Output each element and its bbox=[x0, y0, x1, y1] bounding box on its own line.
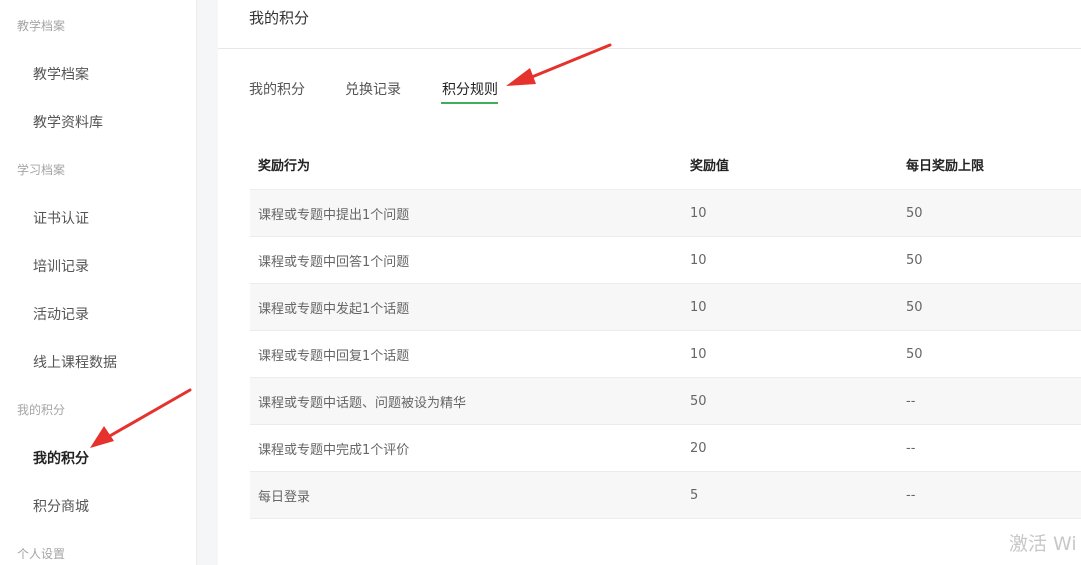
table-row: 课程或专题中话题、问题被设为精华 50 -- bbox=[250, 377, 1081, 425]
cell-value: 10 bbox=[682, 236, 898, 284]
cell-daily-limit: -- bbox=[898, 377, 1081, 425]
cell-action: 课程或专题中话题、问题被设为精华 bbox=[250, 377, 682, 425]
table-row: 课程或专题中完成1个评价 20 -- bbox=[250, 424, 1081, 472]
table-row: 每日登录 5 -- bbox=[250, 471, 1081, 519]
cell-action: 课程或专题中完成1个评价 bbox=[250, 424, 682, 472]
column-header-action: 奖励行为 bbox=[250, 139, 682, 190]
tab-points-rules[interactable]: 积分规则 bbox=[442, 79, 498, 99]
cell-daily-limit: 50 bbox=[898, 189, 1081, 237]
cell-action: 每日登录 bbox=[250, 471, 682, 519]
sidebar-item-teaching-archive[interactable]: 教学档案 bbox=[33, 64, 89, 84]
table-row: 课程或专题中发起1个话题 10 50 bbox=[250, 283, 1081, 331]
sidebar-item-teaching-library[interactable]: 教学资料库 bbox=[33, 112, 103, 132]
cell-daily-limit: 50 bbox=[898, 330, 1081, 378]
sidebar-item-activity-records[interactable]: 活动记录 bbox=[33, 304, 89, 324]
sidebar-group-teaching-archive: 教学档案 bbox=[17, 19, 66, 33]
table-row: 课程或专题中提出1个问题 10 50 bbox=[250, 189, 1081, 237]
cell-value: 20 bbox=[682, 424, 898, 472]
main-panel: 我的积分 我的积分 兑换记录 积分规则 奖励行为 奖励值 每日奖励上限 课程或专… bbox=[218, 0, 1081, 565]
cell-value: 50 bbox=[682, 377, 898, 425]
tab-my-points[interactable]: 我的积分 bbox=[249, 79, 305, 99]
cell-value: 10 bbox=[682, 189, 898, 237]
sidebar-group-my-points: 我的积分 bbox=[17, 403, 66, 417]
cell-action: 课程或专题中提出1个问题 bbox=[250, 189, 682, 237]
cell-action: 课程或专题中回复1个话题 bbox=[250, 330, 682, 378]
column-header-value: 奖励值 bbox=[682, 139, 898, 190]
points-rules-table: 奖励行为 奖励值 每日奖励上限 课程或专题中提出1个问题 10 50 课程或专题… bbox=[250, 139, 1081, 519]
activation-watermark: 激活 Wi bbox=[1009, 533, 1077, 555]
cell-daily-limit: -- bbox=[898, 424, 1081, 472]
column-header-daily-limit: 每日奖励上限 bbox=[898, 139, 1081, 190]
sidebar-group-personal-settings: 个人设置 bbox=[17, 547, 66, 561]
cell-daily-limit: -- bbox=[898, 471, 1081, 519]
sidebar-group-learning-archive: 学习档案 bbox=[17, 163, 66, 177]
tab-exchange-records[interactable]: 兑换记录 bbox=[345, 79, 401, 99]
table-row: 课程或专题中回答1个问题 10 50 bbox=[250, 236, 1081, 284]
cell-daily-limit: 50 bbox=[898, 283, 1081, 331]
page-title: 我的积分 bbox=[249, 9, 310, 27]
sidebar-item-points-mall[interactable]: 积分商城 bbox=[33, 496, 89, 516]
active-tab-indicator bbox=[441, 102, 498, 104]
cell-action: 课程或专题中发起1个话题 bbox=[250, 283, 682, 331]
table-row: 课程或专题中回复1个话题 10 50 bbox=[250, 330, 1081, 378]
divider bbox=[218, 48, 1081, 49]
cell-value: 5 bbox=[682, 471, 898, 519]
cell-value: 10 bbox=[682, 283, 898, 331]
sidebar-item-training-records[interactable]: 培训记录 bbox=[33, 256, 89, 276]
sidebar-item-online-course-data[interactable]: 线上课程数据 bbox=[33, 352, 117, 372]
cell-value: 10 bbox=[682, 330, 898, 378]
cell-daily-limit: 50 bbox=[898, 236, 1081, 284]
table-header-row: 奖励行为 奖励值 每日奖励上限 bbox=[250, 139, 1081, 190]
sidebar-item-certificate[interactable]: 证书认证 bbox=[33, 208, 89, 228]
sidebar-item-my-points[interactable]: 我的积分 bbox=[33, 448, 89, 468]
sidebar: 教学档案 教学档案 教学资料库 学习档案 证书认证 培训记录 活动记录 线上课程… bbox=[0, 0, 197, 565]
cell-action: 课程或专题中回答1个问题 bbox=[250, 236, 682, 284]
